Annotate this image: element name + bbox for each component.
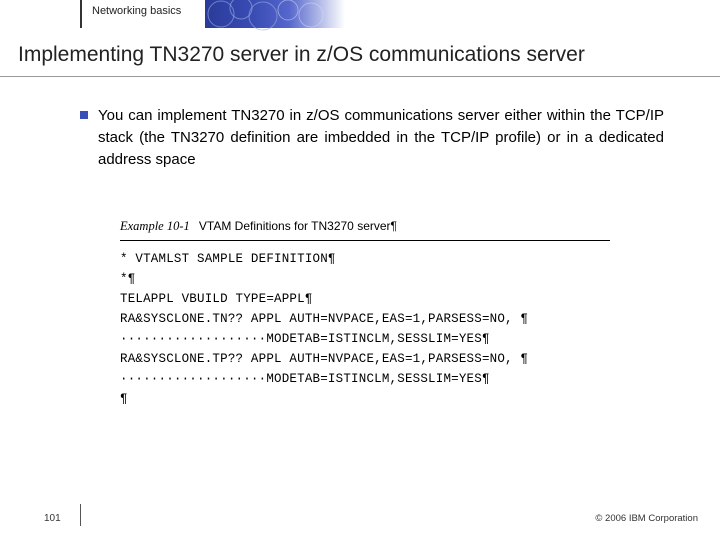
header-graphic [205,0,345,28]
breadcrumb: Networking basics [92,5,181,17]
page-title: Implementing TN3270 server in z/OS commu… [0,28,720,76]
footer-divider [80,504,81,526]
header-divider [80,0,82,28]
square-bullet-icon [80,111,88,119]
bullet-text: You can implement TN3270 in z/OS communi… [98,105,664,170]
footer: 101 © 2006 IBM Corporation [0,506,720,526]
code-caption-rest: VTAM Definitions for TN3270 server¶ [199,219,397,233]
code-caption-prefix: Example 10-1 [120,219,190,233]
code-rule [120,240,610,241]
code-lines: * VTAMLST SAMPLE DEFINITION¶ *¶ TELAPPL … [120,249,610,409]
bullet-item: You can implement TN3270 in z/OS communi… [80,105,664,170]
code-caption: Example 10-1 VTAM Definitions for TN3270… [120,219,610,238]
copyright: © 2006 IBM Corporation [595,513,698,524]
code-example: Example 10-1 VTAM Definitions for TN3270… [120,219,610,409]
header-bar: Networking basics [0,0,720,28]
page-number: 101 [44,513,61,524]
content-area: You can implement TN3270 in z/OS communi… [0,77,720,408]
